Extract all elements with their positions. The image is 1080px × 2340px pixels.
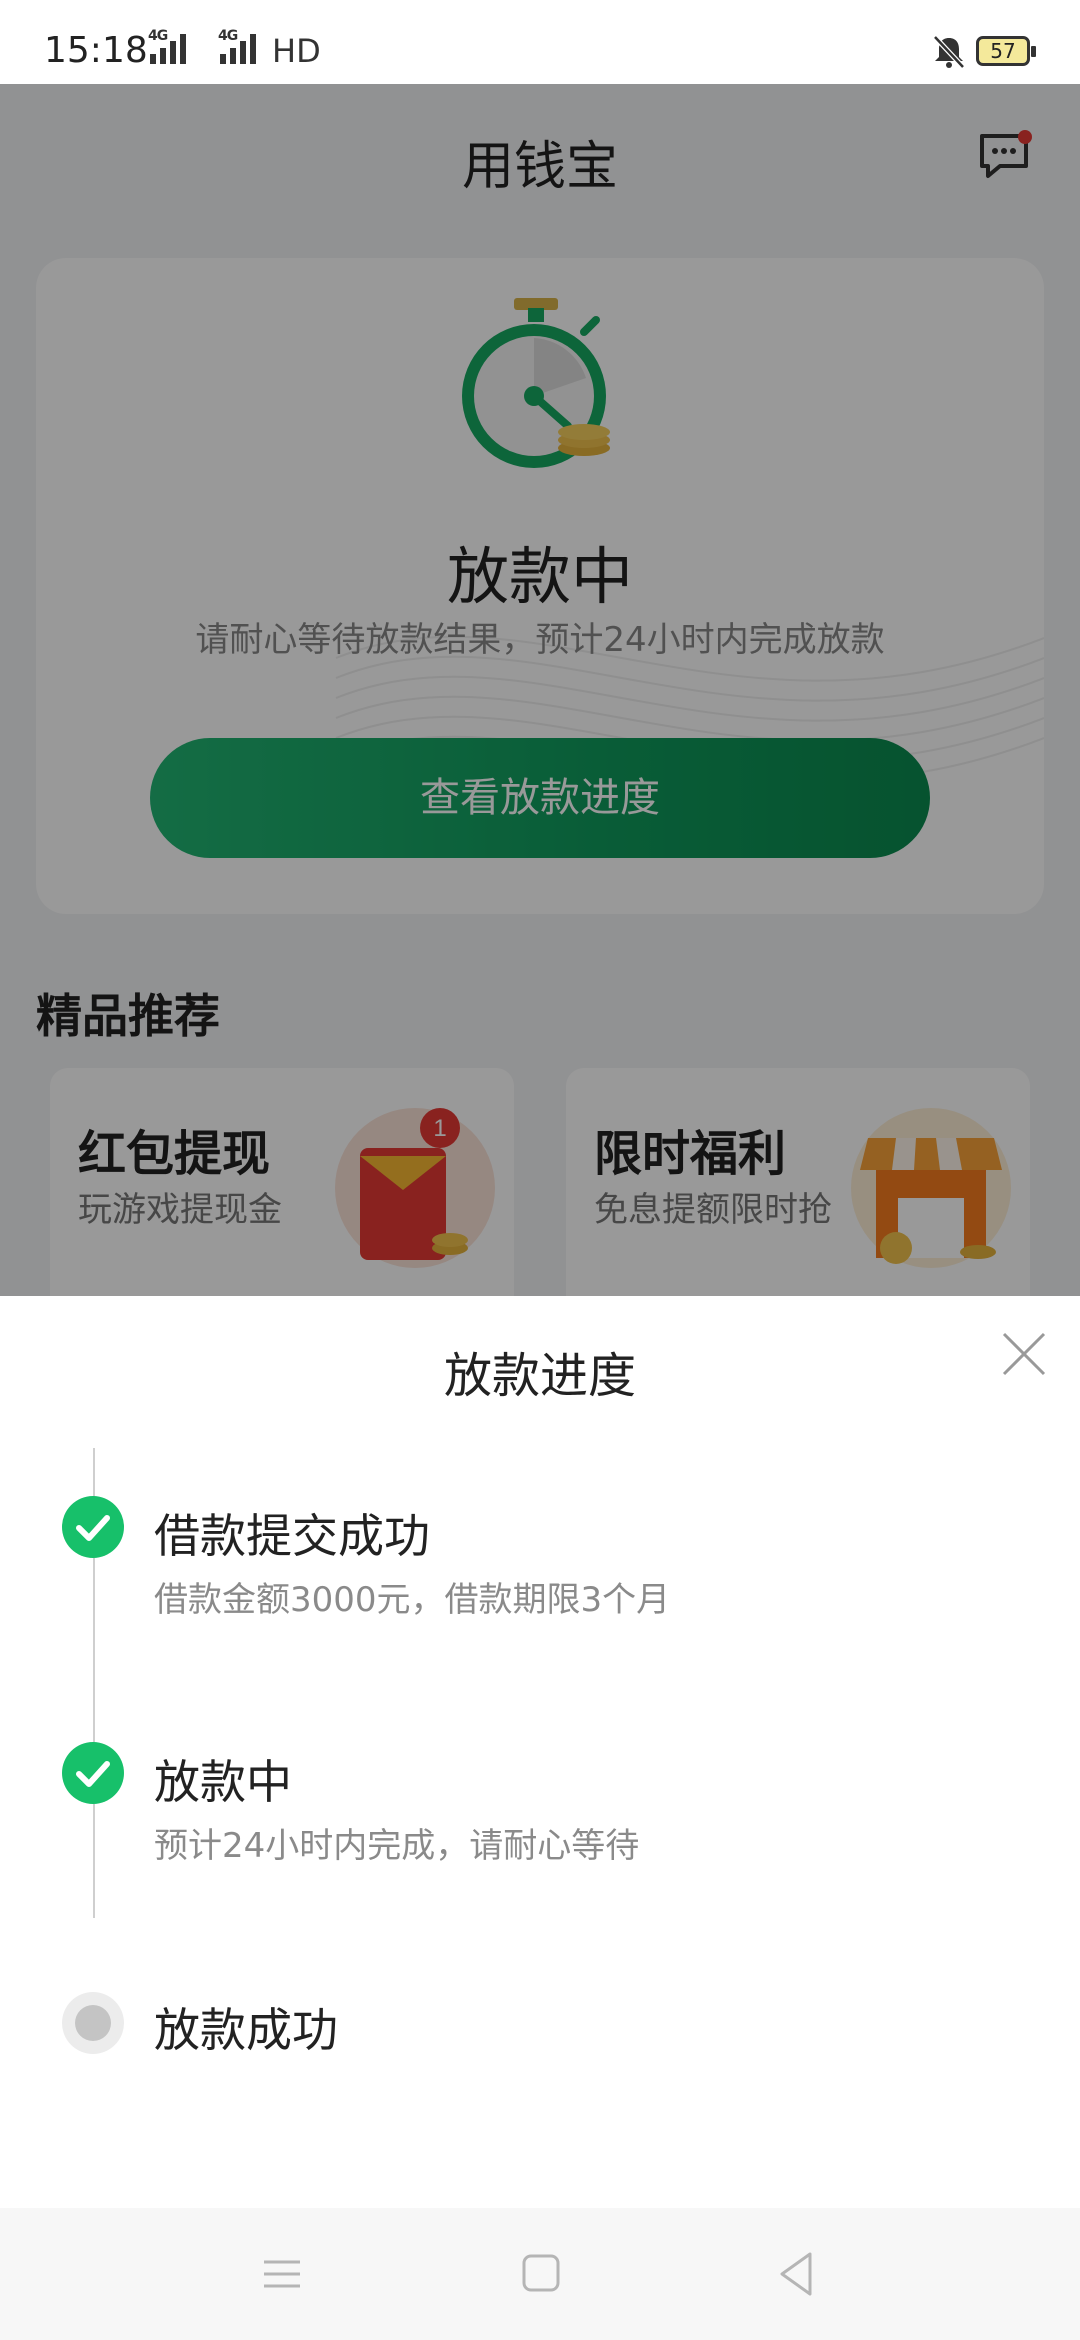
back-triangle-icon[interactable] [766, 2244, 826, 2304]
navigation-bar [0, 2208, 1080, 2340]
sheet-title: 放款进度 [443, 1348, 636, 1404]
hd-label: HD [272, 32, 321, 70]
check-icon [62, 1496, 124, 1558]
check-icon [62, 1742, 124, 1804]
menu-icon[interactable] [252, 2244, 312, 2304]
modal-overlay[interactable] [0, 84, 1080, 1296]
step-title: 放款成功 [154, 2003, 338, 2057]
mute-bell-icon [932, 34, 966, 74]
step-title: 借款提交成功 [154, 1509, 430, 1563]
pending-dot-icon [62, 1992, 124, 2054]
close-icon[interactable] [996, 1326, 1052, 1382]
battery-icon: 57 [976, 36, 1036, 66]
status-bar: 15:18 4G 4G HD 57 [0, 0, 1080, 84]
progress-sheet: 放款进度 借款提交成功 借款金额3000元，借款期限3个月 放款中 预计24小时… [0, 1296, 1080, 2208]
status-time: 15:18 [44, 30, 148, 71]
step-description: 借款金额3000元，借款期限3个月 [154, 1580, 671, 1620]
home-square-icon[interactable] [510, 2244, 570, 2304]
step-title: 放款中 [154, 1755, 292, 1809]
step-description: 预计24小时内完成，请耐心等待 [154, 1826, 640, 1866]
